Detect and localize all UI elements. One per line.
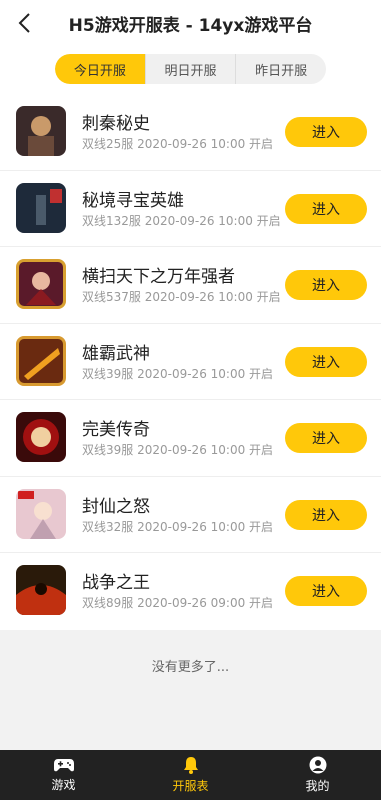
user-icon	[309, 756, 326, 774]
game-name: 完美传奇	[82, 420, 150, 440]
list-item: 封仙之怒 双线32服 2020-09-26 10:00 开启 进入	[0, 477, 381, 553]
tabs: 今日开服 明日开服 昨日开服	[55, 54, 326, 84]
list-item: 横扫天下之万年强者 双线537服 2020-09-26 10:00 开启 进入	[0, 247, 381, 324]
nav-profile[interactable]: 我的	[254, 750, 381, 800]
nav-server-list[interactable]: 开服表	[127, 750, 254, 800]
game-icon[interactable]	[16, 335, 66, 386]
bell-icon	[183, 757, 198, 774]
game-meta: 双线32服 2020-09-26 10:00 开启	[82, 519, 274, 534]
tab-bar: 今日开服 明日开服 昨日开服	[0, 46, 381, 94]
list-item: 刺秦秘史 双线25服 2020-09-26 10:00 开启 进入	[0, 94, 381, 171]
enter-button[interactable]: 进入	[285, 270, 367, 300]
game-name: 秘境寻宝英雄	[82, 190, 184, 211]
game-icon[interactable]	[16, 259, 66, 309]
game-icon[interactable]	[16, 412, 66, 462]
enter-button[interactable]: 进入	[285, 346, 367, 377]
nav-profile-label: 我的	[305, 779, 330, 793]
enter-button[interactable]: 进入	[285, 193, 367, 224]
list-item: 完美传奇 双线39服 2020-09-26 10:00 开启 进入	[0, 400, 381, 477]
enter-button[interactable]: 进入	[285, 117, 367, 147]
game-name: 刺秦秘史	[82, 114, 150, 134]
bottom-nav: 游戏 开服表 我的	[0, 750, 381, 800]
game-name: 雄霸武神	[82, 343, 150, 364]
list-item: 雄霸武神 双线39服 2020-09-26 10:00 开启 进入	[0, 324, 381, 400]
game-meta: 双线89服 2020-09-26 09:00 开启	[82, 596, 274, 610]
enter-button[interactable]: 进入	[285, 423, 367, 453]
enter-button[interactable]: 进入	[285, 499, 367, 530]
nav-server-list-label: 开服表	[172, 779, 209, 793]
game-icon[interactable]	[16, 182, 66, 233]
list-item: 秘境寻宝英雄 双线132服 2020-09-26 10:00 开启 进入	[0, 171, 381, 247]
game-icon[interactable]	[16, 106, 66, 156]
list-item: 战争之王 双线89服 2020-09-26 09:00 开启 进入	[0, 553, 381, 630]
game-meta: 双线132服 2020-09-26 10:00 开启	[82, 213, 281, 228]
nav-games-label: 游戏	[51, 778, 76, 792]
game-name: 战争之王	[82, 573, 150, 593]
nav-games[interactable]: 游戏	[0, 750, 127, 800]
tab-yesterday[interactable]: 昨日开服	[236, 54, 326, 84]
game-icon[interactable]	[16, 488, 66, 539]
game-name: 横扫天下之万年强者	[82, 267, 235, 287]
game-name: 封仙之怒	[82, 496, 150, 517]
enter-button[interactable]: 进入	[285, 576, 367, 606]
game-meta: 双线39服 2020-09-26 10:00 开启	[82, 366, 274, 381]
no-more-text: 没有更多了...	[151, 660, 230, 675]
game-meta: 双线537服 2020-09-26 10:00 开启	[82, 290, 281, 304]
gamepad-icon	[53, 759, 74, 772]
game-meta: 双线39服 2020-09-26 10:00 开启	[82, 443, 274, 457]
tab-tomorrow[interactable]: 明日开服	[146, 54, 237, 84]
header: H5游戏开服表 - 14yx游戏平台	[0, 0, 381, 46]
game-meta: 双线25服 2020-09-26 10:00 开启	[82, 137, 274, 151]
game-list: 刺秦秘史 双线25服 2020-09-26 10:00 开启 进入 秘境寻宝英雄…	[0, 94, 381, 630]
page-title: H5游戏开服表 - 14yx游戏平台	[68, 16, 313, 36]
tab-today[interactable]: 今日开服	[55, 54, 146, 84]
game-icon[interactable]	[16, 565, 66, 615]
